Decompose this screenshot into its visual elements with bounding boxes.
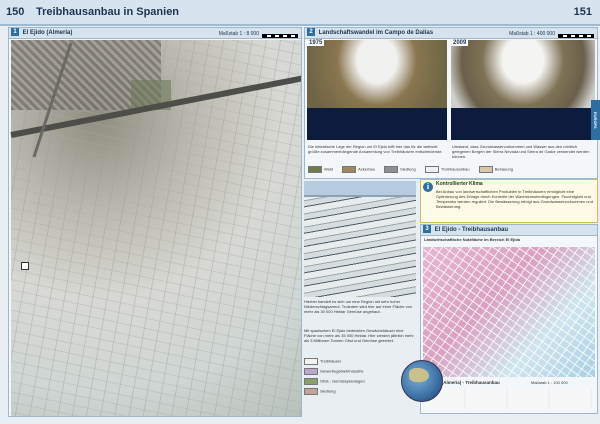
page-header: 150 Treibhausanbau in Spanien 151 [0,0,600,26]
legend-farm: Ackerbau [358,166,375,172]
year-2009-label: 2009 [451,40,469,46]
panel-2-number: 2 [307,28,315,37]
info-icon: i [423,182,433,192]
info-text: Bei Anbau von landwirtschaftlichen Produ… [436,189,593,209]
legend-forest: Wald [324,166,333,172]
legend-greenhouses: Treibhäuser [320,358,342,364]
legend-swatch-settlement [384,166,399,173]
legend-swatch-greenhouse [424,166,439,173]
legend-greenhouse: Treibhausanbau [440,166,470,172]
info-heading: Kontrollierter Klima [436,181,483,187]
legend-swatch-farm [342,166,357,173]
bottom-map-scale: Maßstab 1 : 100 000 [531,380,568,385]
panel-1-number: 1 [11,28,19,37]
town-plan-map [423,247,595,377]
year-1975-label: 1975 [307,40,325,46]
panel-2-scalebar [558,34,594,38]
legend-swatch-building [478,166,493,173]
panel-3-header: 3 El Ejido - Treibhausanbau [421,225,597,236]
legend-plantations: Obst-, Gemüseplantagen [320,378,365,384]
panel-1-header: 1 El Ejido (Almería) Maßstab 1 : 8 000 [9,28,301,39]
panel-3-subtitle: Landwirtschaftliche Nutzfläche im Bereic… [424,237,521,242]
panel-1-scale: Maßstab 1 : 8 000 [218,31,259,37]
left-page-number: 150 [6,6,25,18]
map-legend-block [424,387,594,409]
caption-right: Umstand, dass Grundwasservorkommen und W… [452,144,590,159]
panel-2-title: Landschaftswandel im Campo de Dalías [318,30,434,36]
panel-1-scalebar [262,34,298,38]
bottom-legend-2: Gewerbegebiet/Industrie [304,368,364,375]
globe-land [409,368,429,382]
atlas-spread: 150 Treibhausanbau in Spanien 151 1 El E… [0,0,600,424]
swatch-plantations [304,378,318,385]
swatch-greenhouses [304,358,318,365]
swatch-industry [304,368,318,375]
sea-2009 [451,108,595,140]
swatch-settlement [304,388,318,395]
landscape-change-panel: 2 Landschaftswandel im Campo de Dalías M… [304,27,598,179]
el-ejido-map-panel: 3 El Ejido - Treibhausanbau Landwirtscha… [420,224,598,414]
panel-3-title: El Ejido - Treibhausanbau [434,227,509,233]
page-title: Treibhausanbau in Spanien [36,6,180,18]
photo-caption: Hierbei handelt es sich um eine Region m… [304,299,413,314]
right-page-number: 151 [573,6,592,18]
panel-2-header: 2 Landschaftswandel im Campo de Dalías M… [305,28,597,39]
caption-left: Die klimatische Lage der Region um El Ej… [308,144,443,154]
bottom-paragraph: Mit spanischen El Ejido bedeckten Gewäch… [304,328,414,343]
image-marker [21,262,29,270]
satellite-image [10,40,301,416]
sea-1975 [307,108,447,140]
legend-settlement: Siedlung [400,166,416,172]
bottom-legend-3: Obst-, Gemüseplantagen [304,378,365,385]
legend-building: Bebauung [494,166,513,172]
panel-3-number: 3 [423,225,431,234]
continent-tab[interactable]: EUROPA [591,100,600,140]
bottom-legend-4: Siedlung [304,388,336,395]
info-box: i Kontrollierter Klima Bei Anbau von lan… [420,179,598,223]
panel-2-scale: Maßstab 1 : 400 000 [509,31,555,37]
legend-swatch-forest [308,166,322,173]
panel-2-legend: Wald Ackerbau Siedlung Treibhausanbau Be… [308,166,513,173]
legend-industry: Gewerbegebiet/Industrie [320,368,364,374]
panel-1-title: El Ejido (Almería) [22,30,73,36]
greenhouse-aerial-photo [304,181,416,297]
satellite-1975: 1975 [307,40,447,140]
el-ejido-satellite-panel: 1 El Ejido (Almería) Maßstab 1 : 8 000 [8,27,302,417]
legend-settlement-bottom: Siedlung [320,388,336,394]
bottom-legend-1: Treibhäuser [304,358,341,365]
satellite-2009: 2009 [451,40,595,140]
